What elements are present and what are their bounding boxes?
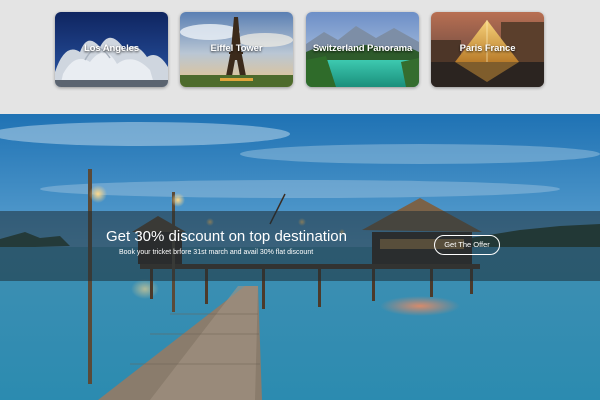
- get-offer-button[interactable]: Get The Offer: [434, 235, 500, 255]
- destination-card-switzerland-panorama[interactable]: Switzerland Panorama: [306, 12, 419, 87]
- destinations-strip: Los Angeles Eiffel Tower Switzerland Pan…: [0, 0, 600, 114]
- promo-banner: Get 30% discount on top destination Book…: [0, 211, 600, 281]
- destination-label: Paris France: [459, 43, 516, 54]
- destination-label: Los Angeles: [83, 43, 140, 54]
- promo-title: Get 30% discount on top destination: [106, 228, 347, 245]
- destination-card-paris-france[interactable]: Paris France: [431, 12, 544, 87]
- destination-card-eiffel-tower[interactable]: Eiffel Tower: [180, 12, 293, 87]
- destination-card-los-angeles[interactable]: Los Angeles: [55, 12, 168, 87]
- destination-label: Eiffel Tower: [210, 43, 263, 54]
- promo-subtitle: Book your tricket brfore 31st march and …: [119, 249, 314, 256]
- hero-banner: Get 30% discount on top destination Book…: [0, 114, 600, 400]
- destination-label: Switzerland Panorama: [312, 43, 413, 54]
